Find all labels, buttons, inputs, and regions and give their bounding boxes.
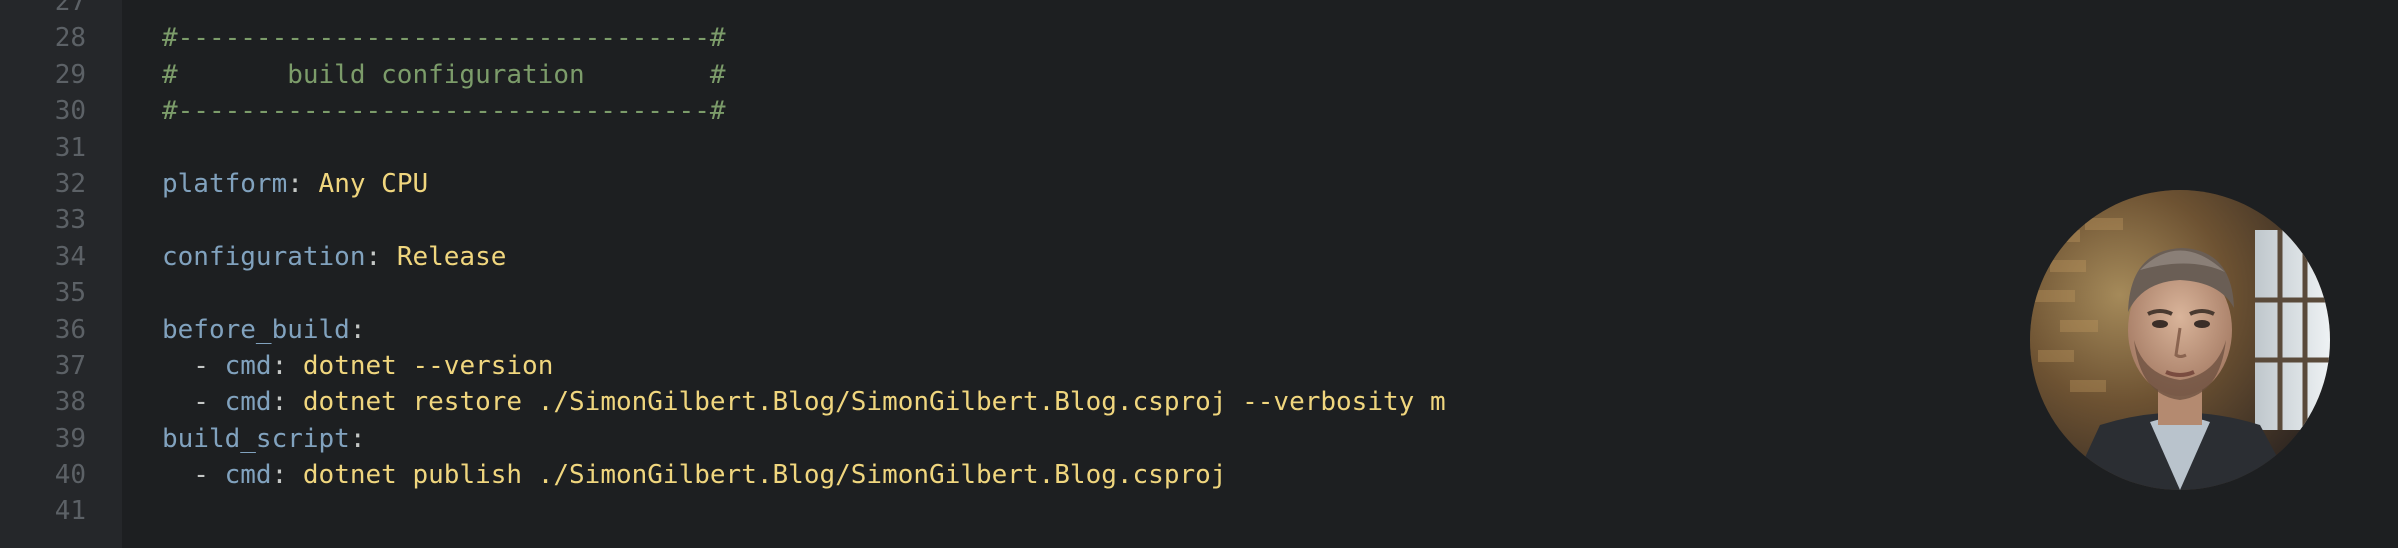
code-line[interactable]: # build configuration # <box>162 57 2398 93</box>
line-number: 34 <box>54 241 86 272</box>
code-token-punct: : <box>287 168 319 199</box>
line-number-gutter: 27 28 29 30 31 32 33 34 35 36 37 38 39 40 41 <box>0 0 122 548</box>
line-number: 40 <box>54 460 86 491</box>
line-number: 27 <box>54 0 86 17</box>
line-number: 38 <box>54 387 86 418</box>
code-token-comment: #----------------------------------# <box>162 96 726 127</box>
code-editor[interactable]: 27 28 29 30 31 32 33 34 35 36 37 38 39 40 41 #--------… <box>0 0 2398 548</box>
code-token-key: cmd <box>224 460 272 491</box>
code-line[interactable] <box>162 493 2398 529</box>
code-line[interactable]: #----------------------------------# <box>162 20 2398 56</box>
code-token-val: dotnet restore ./SimonGilbert.Blog/Simon… <box>302 387 1446 418</box>
code-token-val: Release <box>396 241 507 272</box>
code-token-val: Any CPU <box>318 168 429 199</box>
code-token-comment: #----------------------------------# <box>162 23 726 54</box>
line-number: 36 <box>54 314 86 345</box>
code-token-punct: - <box>162 350 225 381</box>
code-token-punct: : <box>349 314 366 345</box>
code-token-punct: : <box>271 350 303 381</box>
code-token-punct: - <box>162 460 225 491</box>
code-token-punct: - <box>162 387 225 418</box>
code-line[interactable] <box>162 130 2398 166</box>
code-token-key: cmd <box>224 350 272 381</box>
code-line[interactable] <box>162 202 2398 238</box>
code-token-key: cmd <box>224 387 272 418</box>
code-token-punct: : <box>349 423 366 454</box>
line-number: 31 <box>54 132 86 163</box>
code-line[interactable]: platform: Any CPU <box>162 166 2398 202</box>
code-token-punct: : <box>271 387 303 418</box>
code-token-val: dotnet publish ./SimonGilbert.Blog/Simon… <box>302 460 1227 491</box>
code-token-comment: # build configuration # <box>162 59 726 90</box>
line-number: 37 <box>54 350 86 381</box>
line-number: 29 <box>54 59 86 90</box>
code-token-key: before_build <box>162 314 350 345</box>
line-number-list: 27 28 29 30 31 32 33 34 35 36 37 38 39 40 41 <box>0 0 86 530</box>
line-number: 41 <box>54 496 86 527</box>
code-token-punct: : <box>365 241 397 272</box>
code-token-key: build_script <box>162 423 350 454</box>
code-line[interactable]: - cmd: dotnet publish ./SimonGilbert.Blo… <box>162 457 2398 493</box>
line-number: 35 <box>54 278 86 309</box>
code-token-key: platform <box>162 168 288 199</box>
code-token-val: dotnet --version <box>302 350 554 381</box>
line-number: 30 <box>54 96 86 127</box>
line-number: 39 <box>54 423 86 454</box>
code-token-key: configuration <box>162 241 366 272</box>
profile-photo-icon <box>2030 190 2330 490</box>
avatar <box>2030 190 2330 490</box>
code-line[interactable]: #----------------------------------# <box>162 93 2398 129</box>
line-number: 28 <box>54 23 86 54</box>
code-token-punct: : <box>271 460 303 491</box>
code-line[interactable] <box>162 0 2398 20</box>
line-number: 33 <box>54 205 86 236</box>
line-number: 32 <box>54 168 86 199</box>
